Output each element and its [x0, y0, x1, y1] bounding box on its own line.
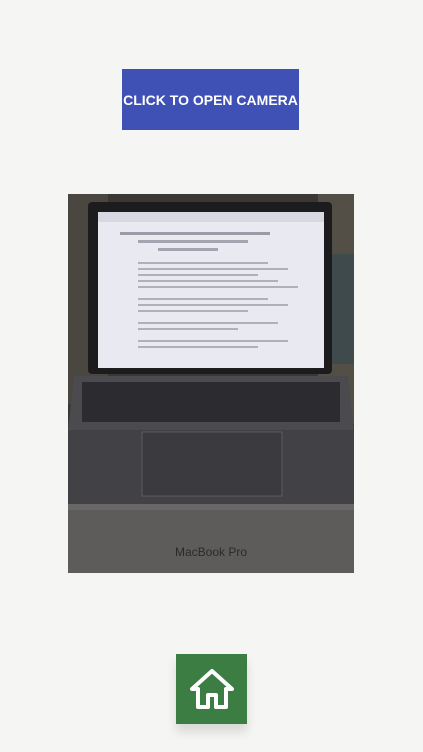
open-camera-button[interactable]: CLICK TO OPEN CAMERA [122, 69, 299, 130]
laptop-photo-image: MacBook Pro [68, 194, 354, 573]
captured-photo: MacBook Pro [68, 194, 354, 573]
home-icon [189, 669, 234, 709]
device-label: MacBook Pro [175, 545, 247, 559]
home-button[interactable] [176, 654, 247, 724]
app-screen: CLICK TO OPEN CAMERA MacBook Pro [0, 0, 423, 752]
